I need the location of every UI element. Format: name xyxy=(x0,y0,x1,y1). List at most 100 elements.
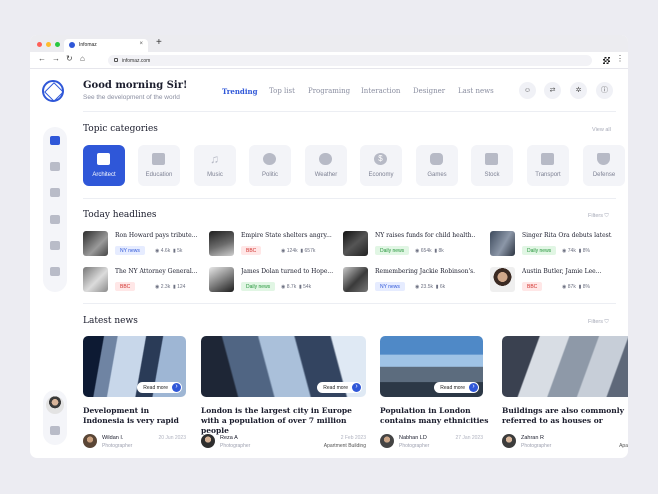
headline-stats: ◉ 4.6k ▮ 5k xyxy=(155,248,182,254)
user-avatar[interactable] xyxy=(46,396,64,414)
url-input[interactable]: infomaz.com xyxy=(108,55,592,66)
extension-icon[interactable] xyxy=(603,57,610,64)
source-badge: BBC xyxy=(115,282,136,291)
views-count: ◉ 2.3k xyxy=(155,284,171,290)
category-weather[interactable]: Weather xyxy=(305,145,347,186)
likes-count: ▮ 657k xyxy=(300,248,316,254)
category-label: Architect xyxy=(92,172,116,178)
headline-stats: ◉ 87k ▮ 8% xyxy=(562,284,590,290)
greeting-subtitle: See the development of the world xyxy=(83,94,180,101)
profile-icon[interactable]: ☺ xyxy=(519,82,536,99)
read-more-button[interactable]: Read more xyxy=(317,382,362,393)
category-architect[interactable]: Architect xyxy=(83,145,125,186)
view-all-link[interactable]: View all xyxy=(592,127,611,133)
headline-stats: ◉ 124k ▮ 657k xyxy=(281,248,315,254)
nav-programing[interactable]: Programing xyxy=(308,87,350,95)
category-transport[interactable]: Transport xyxy=(527,145,569,186)
headline-item[interactable]: NY raises funds for child health... Dail… xyxy=(343,231,475,257)
today-headlines-title: Today headlines xyxy=(83,210,157,220)
source-badge: Daily news xyxy=(241,282,276,291)
browser-window: Infomaz × + ← → ↻ ⌂ infomaz.com ⋮ Good m… xyxy=(30,35,628,458)
category-label: Transport xyxy=(535,172,561,178)
headline-item[interactable]: Remembering Jackie Robinson's... NY news… xyxy=(343,267,475,293)
latest-filter-button[interactable]: Filters ⛉ xyxy=(588,319,609,326)
headline-title: NY raises funds for child health... xyxy=(375,232,475,239)
author-role: Photographer xyxy=(102,443,133,449)
news-card[interactable]: Read more Development in Indonesia is ve… xyxy=(83,336,186,456)
home-icon[interactable]: ⌂ xyxy=(80,54,85,63)
news-title: Buildings are also commonly referred to … xyxy=(502,406,624,425)
news-card[interactable]: Read more London is the largest city in … xyxy=(201,336,366,456)
header-divider xyxy=(83,111,616,112)
category-label: Economy xyxy=(368,172,394,178)
category-politic[interactable]: Politic xyxy=(249,145,291,186)
nav-trending[interactable]: Trending xyxy=(222,87,257,96)
maximize-window-icon[interactable] xyxy=(55,42,60,47)
news-card[interactable]: Read more Population in London contains … xyxy=(380,336,488,456)
read-more-button[interactable]: Read more xyxy=(137,382,182,393)
headline-thumbnail xyxy=(490,267,515,292)
headline-stats: ◉ 2.3k ▮ 124 xyxy=(155,284,185,290)
back-icon[interactable]: ← xyxy=(38,54,46,63)
category-label: Weather xyxy=(314,172,338,178)
nav-last-news[interactable]: Last news xyxy=(458,87,494,95)
graduation-cap-icon xyxy=(152,153,165,165)
app-logo[interactable] xyxy=(42,80,64,102)
nav-top-list[interactable]: Top list xyxy=(269,87,295,95)
headline-item[interactable]: The NY Attorney General... BBC ◉ 2.3k ▮ … xyxy=(83,267,213,293)
category-education[interactable]: Education xyxy=(138,145,180,186)
new-tab-button[interactable]: + xyxy=(156,37,162,48)
headline-title: Singer Rita Ora debuts latest... xyxy=(522,232,612,239)
bookmark-nav-icon[interactable] xyxy=(50,267,60,276)
category-defense[interactable]: Defense xyxy=(583,145,625,186)
read-more-button[interactable]: Read more xyxy=(434,382,479,393)
headline-title: Ron Howard pays tribute... xyxy=(115,232,198,239)
category-music[interactable]: ♫ Music xyxy=(194,145,236,186)
news-date: 2 Feb 2023 xyxy=(340,435,366,441)
author-name: Wildan I. xyxy=(102,435,124,441)
reload-icon[interactable]: ↻ xyxy=(66,54,73,63)
browser-menu-icon[interactable]: ⋮ xyxy=(616,54,624,63)
share-icon[interactable]: ⇄ xyxy=(544,82,561,99)
likes-count: ▮ 5k xyxy=(172,248,183,254)
headline-thumbnail xyxy=(83,267,108,292)
minimize-window-icon[interactable] xyxy=(46,42,51,47)
forward-icon[interactable]: → xyxy=(52,54,60,63)
category-economy[interactable]: $ Economy xyxy=(360,145,402,186)
document-nav-icon[interactable] xyxy=(50,162,60,171)
likes-count: ▮ 54k xyxy=(298,284,312,290)
nav-interaction[interactable]: Interaction xyxy=(361,87,400,95)
tab-title: Infomaz xyxy=(79,42,97,48)
browser-tab[interactable]: Infomaz × xyxy=(64,39,148,52)
calendar-nav-icon[interactable] xyxy=(50,215,60,224)
headline-item[interactable]: Ron Howard pays tribute... NY news ◉ 4.6… xyxy=(83,231,213,257)
categories-divider xyxy=(83,198,616,199)
shield-icon xyxy=(597,153,610,165)
likes-count: ▮ 8k xyxy=(434,248,444,254)
news-card[interactable]: Buildings are also commonly referred to … xyxy=(502,336,628,456)
layers-nav-icon[interactable] xyxy=(50,188,60,197)
headlines-divider xyxy=(83,303,616,304)
logout-icon[interactable] xyxy=(50,426,60,435)
headline-item[interactable]: Empire State shelters angry... BBC ◉ 124… xyxy=(209,231,339,257)
headline-thumbnail xyxy=(343,231,368,256)
author-name: Zahran R xyxy=(521,435,544,441)
close-window-icon[interactable] xyxy=(37,42,42,47)
likes-count: ▮ 8% xyxy=(578,248,590,254)
headline-thumbnail xyxy=(490,231,515,256)
settings-icon[interactable]: ✲ xyxy=(570,82,587,99)
category-games[interactable]: Games xyxy=(416,145,458,186)
headline-item[interactable]: James Dolan turned to Hope... Daily news… xyxy=(209,267,339,293)
source-badge: Daily news xyxy=(375,246,410,255)
home-nav-icon[interactable] xyxy=(50,136,60,145)
author-name: Nabhan LD xyxy=(399,435,427,441)
nav-designer[interactable]: Designer xyxy=(413,87,445,95)
likes-count: ▮ 124 xyxy=(172,284,186,290)
archive-nav-icon[interactable] xyxy=(50,241,60,250)
category-stock[interactable]: Stock xyxy=(471,145,513,186)
headline-item[interactable]: Singer Rita Ora debuts latest... Daily n… xyxy=(490,231,620,257)
tab-close-icon[interactable]: × xyxy=(139,41,143,47)
headline-item[interactable]: Austin Butler, Jamie Lee... BBC ◉ 87k ▮ … xyxy=(490,267,620,293)
headlines-filter-button[interactable]: Filters ⛉ xyxy=(588,213,609,220)
info-icon[interactable]: ⓘ xyxy=(596,82,613,99)
